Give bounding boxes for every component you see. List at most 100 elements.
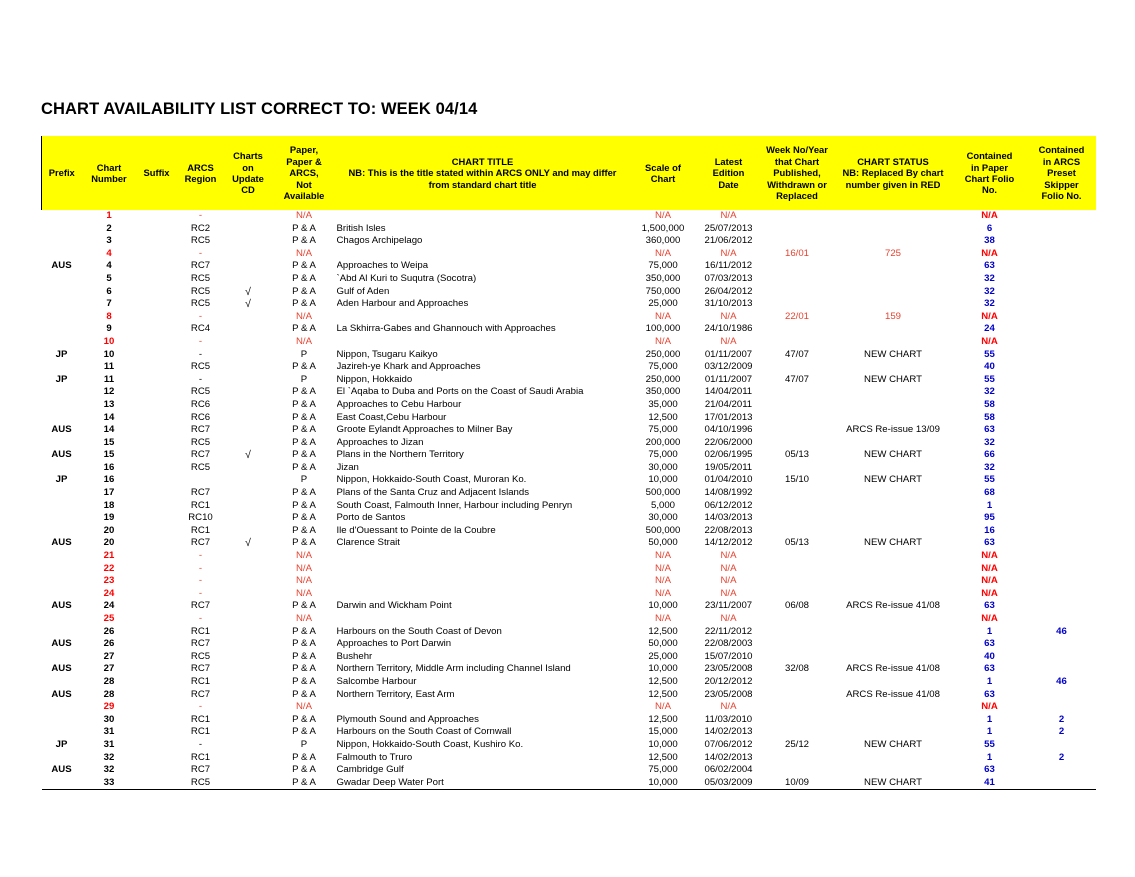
cell-suffix [137,588,177,601]
cell-paper-folio: 66 [984,449,995,461]
cell-arcs-region: RC1 [190,524,211,536]
table-row: 17 RC7 P & A Plans of the Santa Cruz and Ad… [42,487,1096,500]
cell-edition-date: 21/04/2011 [704,398,753,410]
cell-skipper-folio [1028,336,1096,349]
cell-arcs-region: RC5 [190,235,211,247]
cell-suffix [137,563,177,576]
cell-skipper-folio [1028,323,1096,336]
cell-paper-folio: 1 [986,499,993,511]
cell-prefix: AUS [51,638,72,650]
cell-update-cd [225,361,272,374]
header-week-line5: Replaced [776,190,818,202]
header-skipper-line4: Skipper [1044,178,1079,190]
cell-arcs-region: RC7 [190,424,211,436]
cell-availability: P & A [292,436,316,448]
cell-update-cd [225,739,272,752]
cell-update-cd [225,550,272,563]
cell-chart-title: Cambridge Gulf [336,764,404,776]
cell-update-cd: √ [245,449,251,462]
cell-skipper-folio [1028,613,1096,626]
cell-edition-date: 20/12/2012 [704,675,753,687]
cell-week-no-year [760,512,835,525]
cell-paper-folio: 1 [986,751,993,763]
cell-arcs-region: RC1 [190,726,211,738]
cell-arcs-region: RC4 [190,323,211,335]
cell-availability: P & A [292,323,316,335]
cell-edition-date: 14/02/2013 [704,751,753,763]
cell-week-no-year [760,752,835,765]
cell-paper-folio: 63 [984,638,995,650]
cell-update-cd [225,752,272,765]
table-row: 14 RC6 P & A East Coast,Cebu Harbour 12,500 1… [42,412,1096,425]
cell-suffix [137,412,177,425]
cell-update-cd [225,487,272,500]
cell-chart-status [835,512,952,525]
cell-chart-number: 19 [103,512,115,524]
cell-availability: N/A [296,613,312,624]
header-scale-line2: Chart [650,173,676,184]
cell-prefix [42,575,82,588]
cell-skipper-folio [1028,764,1096,777]
cell-update-cd [225,726,272,739]
cell-chart-number: 9 [106,323,112,335]
cell-arcs-region: - [198,738,203,750]
cell-scale: N/A [655,210,671,221]
header-folio-line3: Chart Folio [964,173,1015,184]
cell-skipper-folio [1028,563,1096,576]
cell-chart-status [835,651,952,664]
cell-update-cd [225,663,272,676]
cell-availability: P & A [271,776,337,791]
cell-prefix [42,412,82,425]
cell-week-no-year: 10/09 [759,776,835,791]
cell-arcs-region [177,474,225,487]
cell-update-cd [225,273,272,286]
cell-availability: N/A [296,575,312,587]
cell-update-cd [225,210,272,223]
cell-prefix: AUS [51,260,72,272]
table-row: 2 RC2 P & A British Isles 1,500,000 25/07/201… [42,223,1096,236]
cell-prefix [42,223,82,236]
cell-chart-number: 10 [103,335,115,347]
cell-availability: P & A [292,487,316,499]
cell-suffix [137,323,177,336]
header-date-line1: Latest [714,155,743,167]
header-folio-line4: No. [981,184,998,196]
cell-suffix [137,537,177,550]
header-region-line1: ARCS [187,161,214,173]
cell-prefix [42,752,82,765]
cell-chart-title: Plans in the Northern Territory [336,449,464,461]
cell-week-no-year [760,260,835,273]
cell-week-no-year [760,550,835,563]
cell-week-no-year [760,726,835,739]
cell-chart-number: 32 [103,751,115,763]
table-row: JP 16 P Nippon, Hokkaido-South Coast, Muror… [42,474,1096,487]
cell-availability: N/A [296,562,312,574]
cell-chart-number: 27 [103,650,115,662]
cell-paper-folio: 58 [984,411,995,423]
cell-availability: P & A [292,235,316,247]
cell-chart-status: NEW CHART [864,738,922,750]
cell-scale: 10,000 [628,776,698,791]
cell-skipper-folio [1028,374,1096,387]
cell-chart-title: Approaches to Port Darwin [336,638,452,650]
header-avail-line4: Not [296,178,312,190]
cell-chart-number: 23 [103,575,115,587]
cell-chart-title [337,575,629,588]
cell-skipper-folio [1028,449,1096,462]
cell-week-no-year [760,286,835,299]
cell-chart-status [835,701,952,714]
cell-chart-title: Northern Territory, East Arm [336,688,455,700]
cell-chart-status [835,588,952,601]
cell-skipper-folio: 2 [1058,751,1065,763]
cell-week-no-year [760,424,835,437]
cell-edition-date: 01/04/2010 [704,474,753,486]
cell-prefix: AUS [51,449,72,461]
cell-paper-folio: 63 [984,260,995,272]
cell-suffix [137,374,177,387]
cell-edition-date: N/A [720,575,737,587]
cell-skipper-folio: 2 [1058,713,1065,725]
cell-week-no-year [760,689,835,702]
cell-edition-date: 07/03/2013 [704,272,753,284]
cell-arcs-region: - [198,373,203,385]
cell-availability: P [300,373,308,385]
